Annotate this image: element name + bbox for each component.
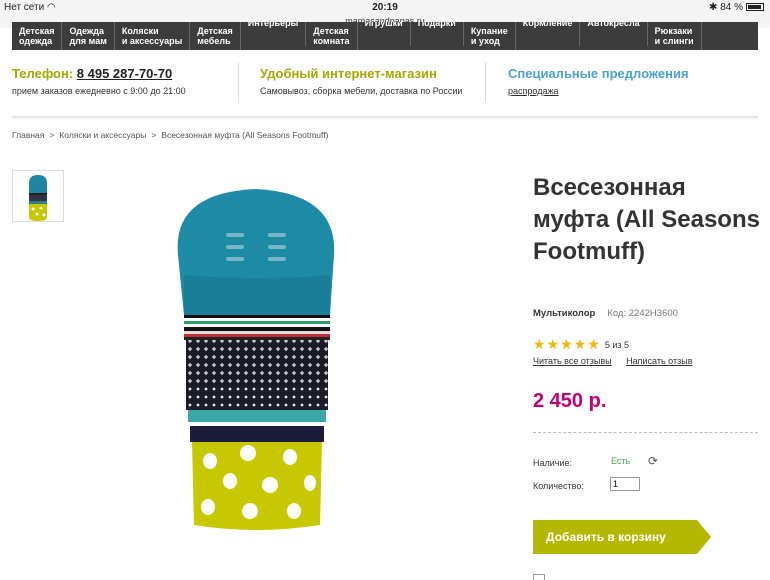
rating-stars: ★★★★★ bbox=[533, 336, 601, 353]
phone-title: Телефон: 8 495 287-70-70 bbox=[12, 66, 186, 81]
refresh-icon[interactable]: ⟳ bbox=[648, 454, 658, 468]
info-strip: Телефон: 8 495 287-70-70 прием заказов е… bbox=[12, 60, 758, 110]
star-icon: ★ bbox=[560, 336, 573, 352]
add-to-cart-label: Добавить в корзину bbox=[546, 530, 666, 544]
product-title: Всесезонная муфта (All Seasons Footmuff) bbox=[533, 174, 760, 265]
phone-prefix: Телефон: bbox=[12, 66, 77, 81]
quantity-input[interactable] bbox=[610, 477, 640, 491]
rating: ★★★★★ 5 из 5 bbox=[533, 336, 629, 353]
read-reviews-link[interactable]: Читать все отзывы bbox=[533, 356, 612, 366]
system-tray: ✱ 84 % bbox=[709, 2, 764, 13]
breadcrumb-home[interactable]: Главная bbox=[12, 130, 44, 140]
product-meta: Мультиколор Код: 2242H3600 bbox=[533, 308, 678, 319]
nav-item[interactable]: Игрушки bbox=[358, 22, 411, 46]
nav-item[interactable]: Автокресла bbox=[580, 22, 648, 46]
special-offers-link[interactable]: Специальные предложения bbox=[508, 66, 689, 81]
store-block: Удобный интернет-магазин Самовывоз, сбор… bbox=[260, 66, 462, 96]
status-bar: Нет сети ◠ 20:19 ✱ 84 % bbox=[0, 0, 770, 16]
nav-item[interactable]: Подарки bbox=[411, 22, 464, 46]
product-color: Мультиколор bbox=[533, 308, 596, 319]
sale-link[interactable]: распродажа bbox=[508, 86, 689, 96]
nav-item[interactable]: Кормление bbox=[516, 22, 581, 46]
nav-item[interactable]: Детская комната bbox=[306, 22, 358, 50]
battery-icon bbox=[746, 3, 764, 11]
nav-item[interactable]: Детская мебель bbox=[190, 22, 241, 50]
availability-value: Есть bbox=[611, 456, 631, 466]
product-code: Код: 2242H3600 bbox=[607, 308, 678, 319]
star-icon: ★ bbox=[533, 336, 546, 352]
divider bbox=[238, 62, 239, 102]
battery-label: 84 % bbox=[720, 2, 743, 13]
star-icon: ★ bbox=[546, 336, 560, 352]
main-nav: Детская одежда Одежда для мам Коляски и ак… bbox=[12, 22, 758, 50]
nav-item[interactable]: Одежда для мам bbox=[62, 22, 115, 50]
star-icon: ★ bbox=[573, 336, 587, 352]
divider bbox=[485, 62, 486, 102]
footmuff-thumbnail-image bbox=[29, 175, 47, 221]
availability-label: Наличие: bbox=[533, 458, 573, 468]
quantity-label: Количество: bbox=[533, 481, 584, 491]
reviews-links: Читать все отзывы Написать отзыв bbox=[533, 356, 705, 366]
bluetooth-icon: ✱ bbox=[709, 2, 718, 13]
header-shadow bbox=[12, 116, 758, 120]
nav-item[interactable]: Рюкзаки и слинги bbox=[648, 22, 702, 50]
phone-hours: прием заказов ежедневно с 9:00 до 21:00 bbox=[12, 86, 186, 96]
breadcrumb: Главная > Коляски и аксессуары > Всесезонная… bbox=[12, 130, 328, 140]
store-subtitle: Самовывоз, сборка мебели, доставка по Ро… bbox=[260, 86, 463, 96]
product-image bbox=[177, 189, 335, 530]
product-thumbnail[interactable] bbox=[12, 170, 64, 222]
nav-item[interactable]: Купание и уход bbox=[464, 22, 516, 50]
special-block: Специальные предложения распродажа bbox=[508, 66, 689, 96]
breadcrumb-separator: > bbox=[49, 130, 55, 140]
nav-item[interactable]: Детская одежда bbox=[12, 22, 63, 50]
breadcrumb-separator: > bbox=[151, 130, 157, 140]
write-review-link[interactable]: Написать отзыв bbox=[626, 356, 692, 366]
divider bbox=[533, 432, 758, 433]
rating-text: 5 из 5 bbox=[604, 339, 629, 350]
nav-item[interactable]: Интерьеры bbox=[241, 22, 307, 46]
clock: 20:19 bbox=[372, 2, 398, 13]
nav-item[interactable]: Коляски и аксессуары bbox=[115, 22, 191, 50]
breadcrumb-current: Всесезонная муфта (All Seasons Footmuff) bbox=[161, 130, 329, 140]
star-icon: ★ bbox=[587, 336, 600, 352]
add-to-cart-button[interactable]: Добавить в корзину bbox=[533, 520, 711, 554]
store-title: Удобный интернет-магазин bbox=[260, 66, 437, 81]
phone-link[interactable]: 8 495 287-70-70 bbox=[77, 66, 172, 81]
checkbox[interactable] bbox=[533, 574, 545, 580]
product-price: 2 450 р. bbox=[533, 390, 607, 412]
breadcrumb-category[interactable]: Коляски и аксессуары bbox=[59, 130, 146, 140]
phone-block: Телефон: 8 495 287-70-70 прием заказов е… bbox=[12, 66, 186, 96]
